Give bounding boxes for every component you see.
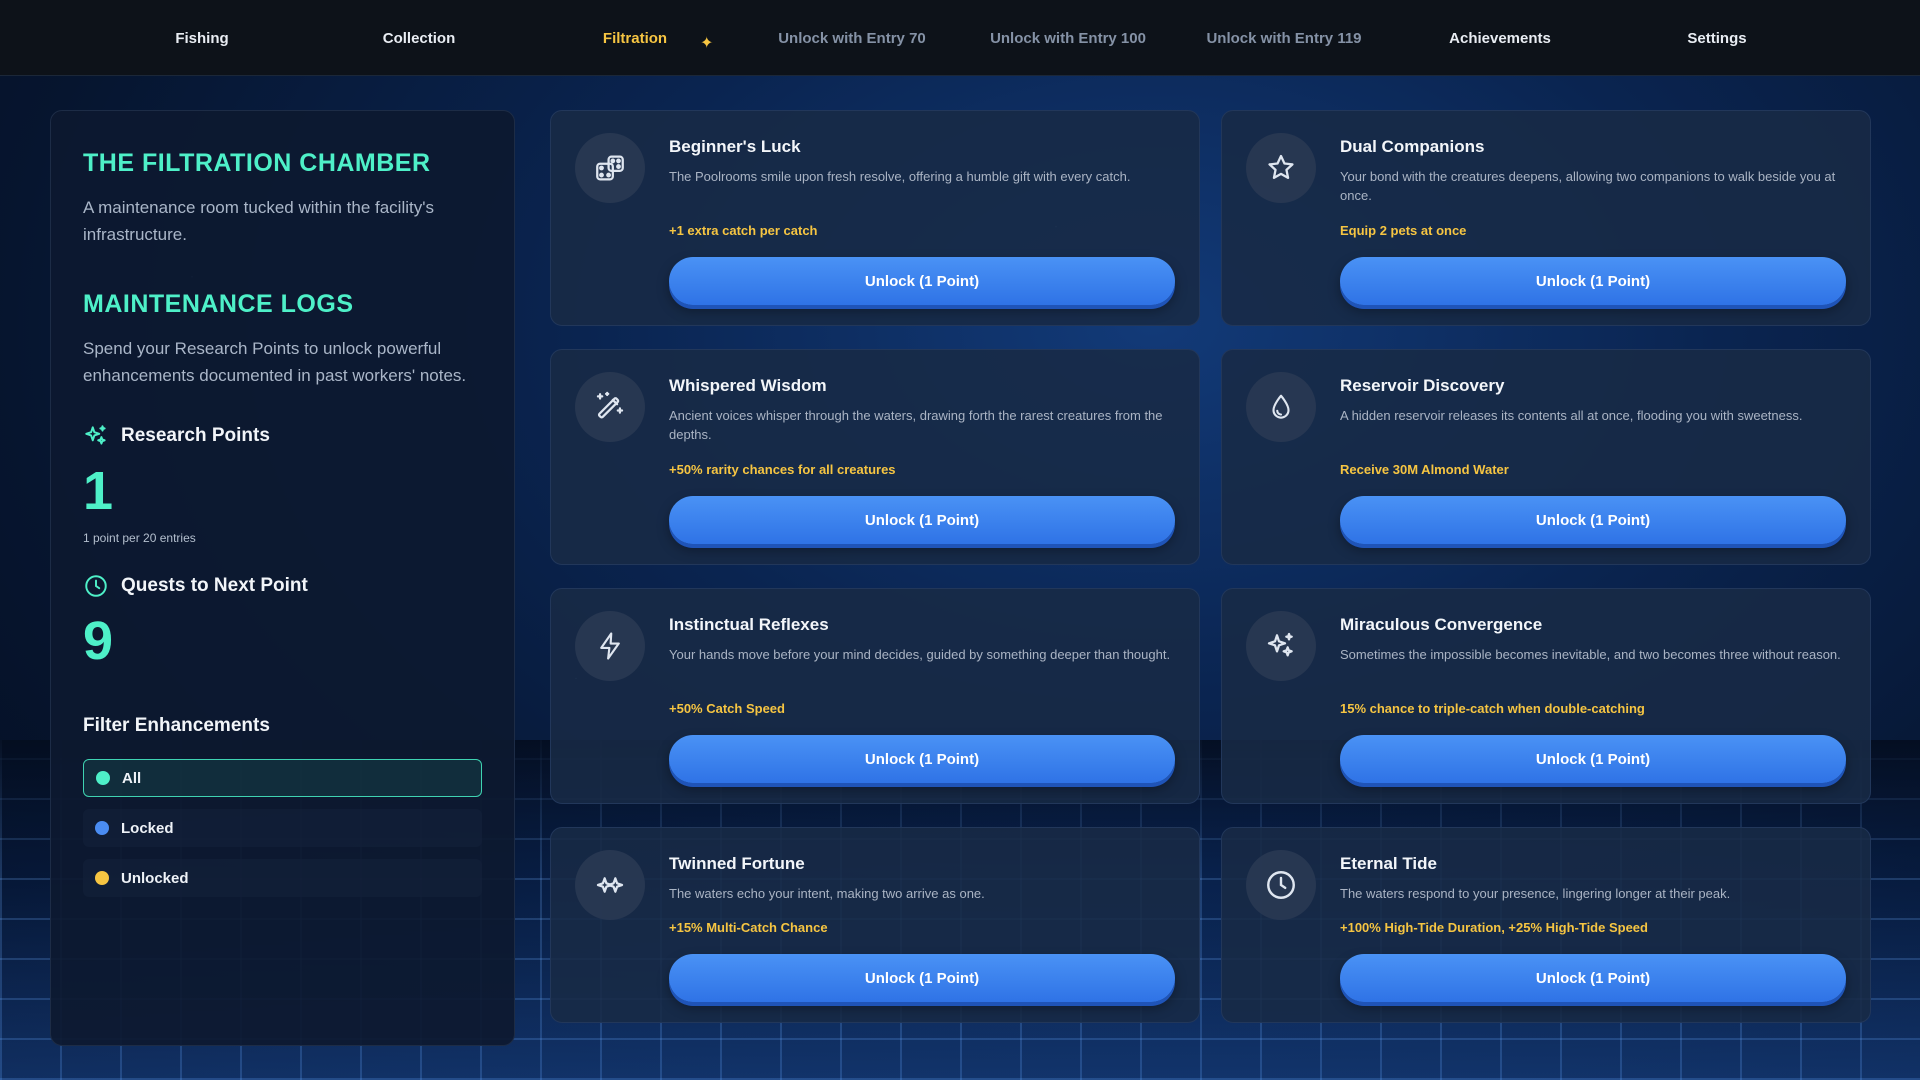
card-title: Reservoir Discovery (1340, 376, 1505, 395)
nav-tab-settings[interactable]: Settings (1657, 0, 1777, 76)
sparkles-icon (1246, 611, 1316, 681)
clock-icon (1246, 850, 1316, 920)
card-effect: +1 extra catch per catch (669, 223, 818, 238)
card-description: The Poolrooms smile upon fresh resolve, … (669, 169, 1131, 184)
lightning-icon (575, 611, 645, 681)
filter-dot-icon (95, 871, 109, 885)
card-effect: +50% rarity chances for all creatures (669, 462, 896, 477)
droplet-icon (1246, 372, 1316, 442)
unlock-button[interactable]: Unlock (1 Point) (1340, 257, 1846, 305)
quests-header: Quests to Next Point (83, 573, 482, 599)
card-title: Miraculous Convergence (1340, 615, 1543, 634)
research-points-note: 1 point per 20 entries (83, 531, 196, 545)
research-points-label: Research Points (121, 425, 270, 446)
card-effect: +15% Multi-Catch Chance (669, 920, 828, 935)
card-description: A hidden reservoir releases its contents… (1340, 408, 1803, 423)
filter-dot-icon (96, 771, 110, 785)
card-title: Instinctual Reflexes (669, 615, 829, 634)
filter-label: Locked (121, 819, 174, 837)
clock-icon (85, 575, 107, 597)
enhancement-card-eternal-tide: Eternal Tide The waters respond to your … (1221, 827, 1871, 1023)
card-effect: +100% High-Tide Duration, +25% High-Tide… (1340, 920, 1648, 935)
unlock-button[interactable]: Unlock (1 Point) (1340, 954, 1846, 1002)
filter-label: Unlocked (121, 869, 189, 887)
research-points-value: 1 (83, 461, 114, 521)
filter-label: All (122, 769, 142, 787)
dice-icon (575, 133, 645, 203)
card-effect: 15% chance to triple-catch when double-c… (1340, 701, 1645, 716)
filter-locked[interactable]: Locked (83, 809, 482, 847)
enhancement-card-beginners-luck: Beginner's Luck The Poolrooms smile upon… (550, 110, 1200, 326)
unlock-button[interactable]: Unlock (1 Point) (669, 257, 1175, 305)
unlock-button[interactable]: Unlock (1 Point) (669, 496, 1175, 544)
sparkle-icon: ✦ (700, 35, 714, 52)
card-effect: Equip 2 pets at once (1340, 223, 1467, 238)
unlock-button[interactable]: Unlock (1 Point) (669, 954, 1175, 1002)
enhancement-card-whispered-wisdom: Whispered Wisdom Ancient voices whisper … (550, 349, 1200, 565)
nav-tab-collection[interactable]: Collection (359, 0, 479, 76)
top-nav: Fishing Collection Filtration ✦ Unlock w… (0, 0, 1920, 76)
filter-unlocked[interactable]: Unlocked (83, 859, 482, 897)
unlock-button[interactable]: Unlock (1 Point) (1340, 496, 1846, 544)
enhancement-card-reservoir-discovery: Reservoir Discovery A hidden reservoir r… (1221, 349, 1871, 565)
enhancement-card-instinctual-reflexes: Instinctual Reflexes Your hands move bef… (550, 588, 1200, 804)
quests-label: Quests to Next Point (121, 575, 308, 596)
card-description: The waters echo your intent, making two … (669, 886, 985, 901)
enhancement-card-miraculous-convergence: Miraculous Convergence Sometimes the imp… (1221, 588, 1871, 804)
nav-tab-fishing[interactable]: Fishing (142, 0, 262, 76)
card-title: Dual Companions (1340, 137, 1485, 156)
card-description: Your bond with the creatures deepens, al… (1340, 169, 1836, 203)
nav-tab-entry-70[interactable]: Unlock with Entry 70 (752, 0, 952, 76)
nav-tab-filtration[interactable]: Filtration (575, 0, 695, 76)
star-icon (1246, 133, 1316, 203)
filter-list: All Locked Unlocked (83, 759, 482, 897)
card-description: The waters respond to your presence, lin… (1340, 886, 1731, 901)
enhancement-card-twinned-fortune: Twinned Fortune The waters echo your int… (550, 827, 1200, 1023)
unlock-button[interactable]: Unlock (1 Point) (669, 735, 1175, 783)
panel-description: A maintenance room tucked within the fac… (83, 198, 434, 244)
logs-description: Spend your Research Points to unlock pow… (83, 339, 467, 385)
filter-dot-icon (95, 821, 109, 835)
research-points-header: Research Points (83, 423, 482, 449)
unlock-button[interactable]: Unlock (1 Point) (1340, 735, 1846, 783)
panel-title: THE FILTRATION CHAMBER (83, 149, 431, 177)
card-title: Eternal Tide (1340, 854, 1437, 873)
card-description: Sometimes the impossible becomes inevita… (1340, 647, 1841, 662)
logs-title: MAINTENANCE LOGS (83, 290, 354, 318)
quests-value: 9 (83, 611, 114, 671)
card-title: Twinned Fortune (669, 854, 805, 873)
sparkles-icon (85, 425, 106, 445)
filter-all[interactable]: All (83, 759, 482, 797)
card-effect: Receive 30M Almond Water (1340, 462, 1509, 477)
nav-tab-achievements[interactable]: Achievements (1420, 0, 1580, 76)
card-description: Your hands move before your mind decides… (669, 647, 1171, 662)
twin-sparkle-icon (575, 850, 645, 920)
filtration-info-panel: THE FILTRATION CHAMBER A maintenance roo… (50, 110, 515, 1046)
card-effect: +50% Catch Speed (669, 701, 785, 716)
nav-tab-entry-119[interactable]: Unlock with Entry 119 (1184, 0, 1384, 76)
card-title: Beginner's Luck (669, 137, 801, 156)
magic-wand-icon (575, 372, 645, 442)
enhancement-card-dual-companions: Dual Companions Your bond with the creat… (1221, 110, 1871, 326)
filter-title: Filter Enhancements (83, 715, 270, 736)
card-description: Ancient voices whisper through the water… (669, 408, 1163, 442)
card-title: Whispered Wisdom (669, 376, 827, 395)
nav-tab-entry-100[interactable]: Unlock with Entry 100 (968, 0, 1168, 76)
